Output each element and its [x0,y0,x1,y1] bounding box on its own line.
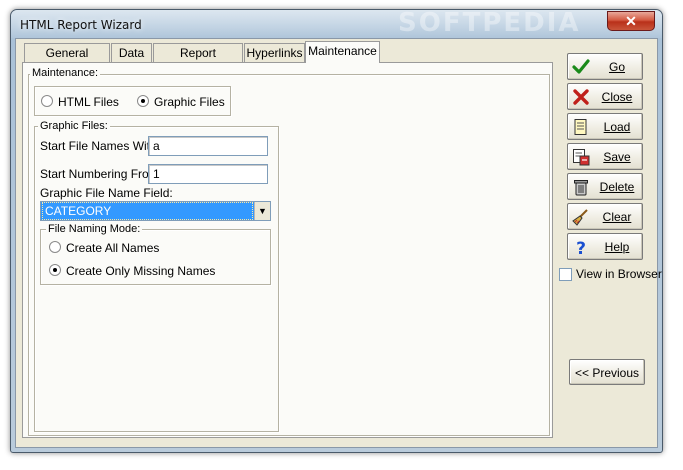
tab-general-settings[interactable]: General Settings [24,43,110,78]
load-label: Load [603,120,631,134]
view-in-browser-label[interactable]: View in Browser [576,267,662,281]
tab-data[interactable]: Data [111,43,152,63]
question-icon: ? [576,239,586,256]
name-field-selected-value: CATEGORY [42,202,253,220]
save-label: Save [603,150,631,164]
create-all-names-radio[interactable] [49,241,61,253]
graphic-files-group-label: Graphic Files: [38,120,110,132]
start-file-names-label: Start File Names With: [40,139,161,153]
document-icon [574,119,587,135]
trash-icon [574,180,588,196]
chevron-down-icon[interactable]: ▼ [254,202,270,220]
tab-label: Hyperlinks [246,46,303,60]
create-all-names-label[interactable]: Create All Names [66,241,159,255]
file-naming-mode-label: File Naming Mode: [46,223,143,235]
graphic-files-label[interactable]: Graphic Files [154,95,225,109]
close-button[interactable]: Close [567,83,643,110]
clear-button[interactable]: Clear [567,203,643,230]
go-label: Go [608,60,625,74]
checkmark-icon [572,59,590,74]
delete-label: Delete [599,180,635,194]
close-icon: ✕ [625,13,637,29]
previous-label: << Previous [574,366,640,380]
svg-text:?: ? [576,239,586,256]
window-title: HTML Report Wizard [20,18,142,32]
x-icon [573,89,589,105]
start-file-names-input[interactable]: a [148,136,268,156]
previous-button[interactable]: << Previous [569,359,645,385]
delete-button[interactable]: Delete [567,173,643,200]
graphic-files-radio[interactable] [137,95,149,107]
save-button[interactable]: Save [567,143,643,170]
html-files-radio[interactable] [41,95,53,107]
view-in-browser-checkbox[interactable] [559,268,572,281]
create-missing-names-radio[interactable] [49,264,61,276]
name-field-label: Graphic File Name Field: [40,186,173,200]
help-button[interactable]: ? Help [567,233,643,260]
start-numbering-label: Start Numbering From: [40,167,163,181]
name-field-select[interactable]: CATEGORY ▼ [40,201,271,221]
html-files-label[interactable]: HTML Files [58,95,119,109]
help-label: Help [604,240,630,254]
maintenance-group-label: Maintenance: [30,67,101,79]
broom-icon [572,209,588,226]
create-missing-names-label[interactable]: Create Only Missing Names [66,264,215,278]
tab-label: Maintenance [308,44,377,58]
go-button[interactable]: Go [567,53,643,80]
load-button[interactable]: Load [567,113,643,140]
tab-label: Data [118,46,145,60]
window-close-button[interactable]: ✕ [607,11,655,31]
watermark: SOFTPEDIA [398,8,581,38]
save-document-icon [573,149,590,166]
tab-maintenance[interactable]: Maintenance [305,41,380,63]
close-label: Close [601,90,633,104]
start-numbering-input[interactable]: 1 [148,164,268,184]
tab-hyperlinks[interactable]: Hyperlinks [244,43,305,63]
tab-report-elements[interactable]: Report Elements [153,43,243,78]
clear-label: Clear [602,210,632,224]
